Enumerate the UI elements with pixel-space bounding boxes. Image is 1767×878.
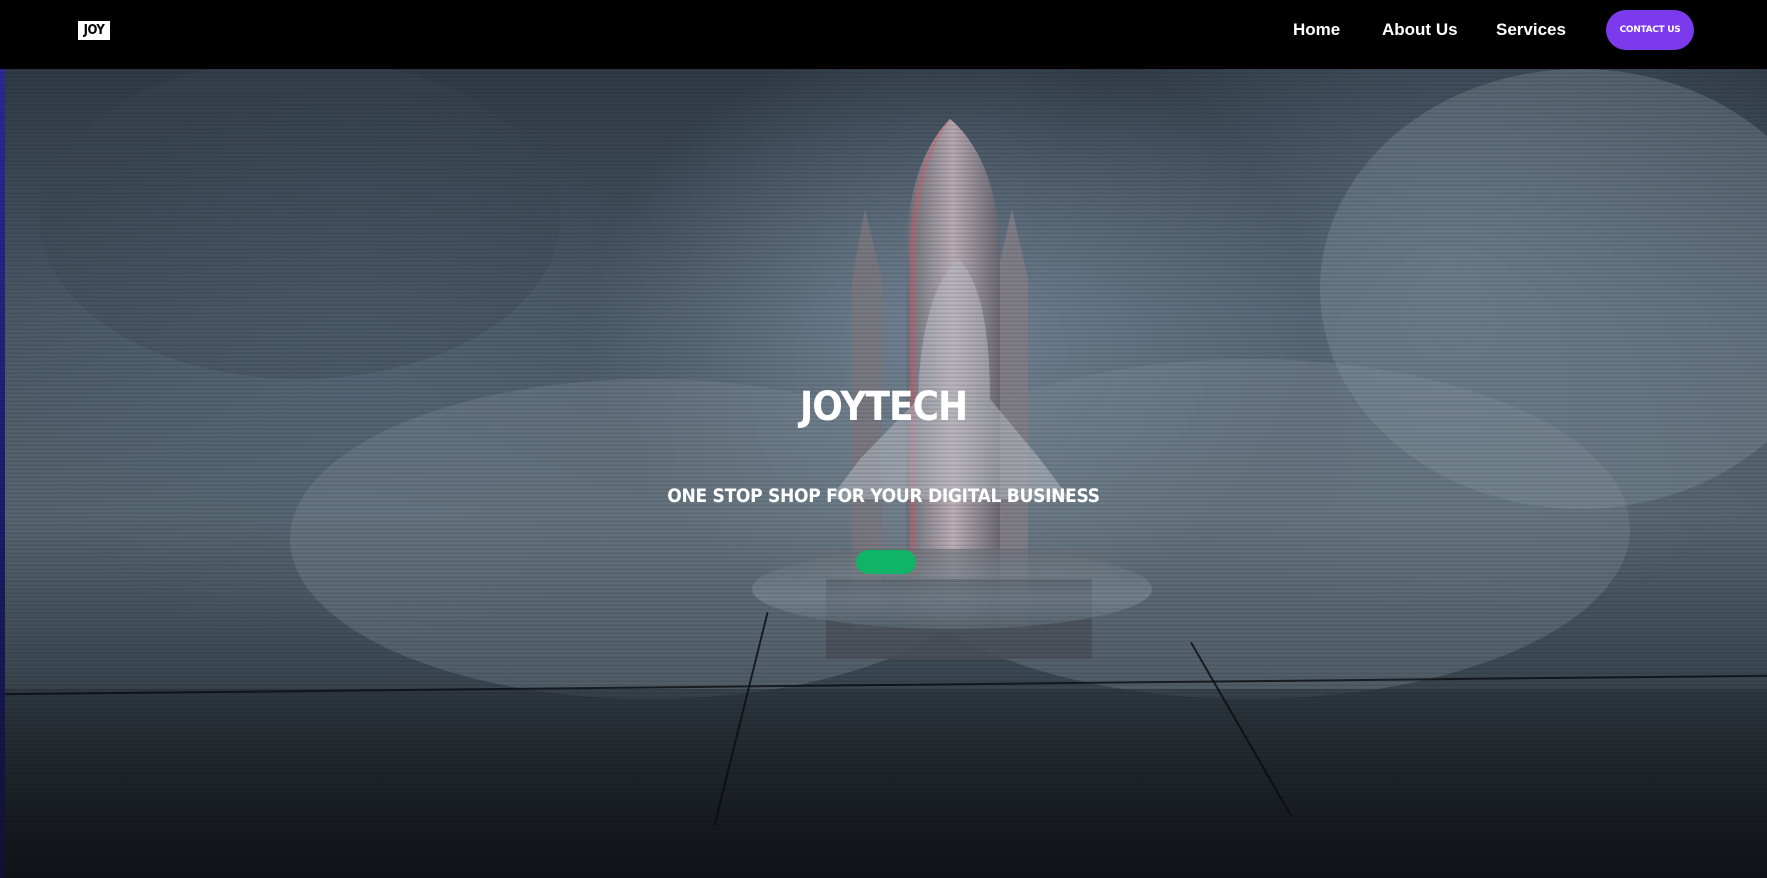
nav-link-about-us[interactable]: About Us: [1382, 18, 1458, 42]
nav-link-home[interactable]: Home: [1293, 18, 1340, 42]
hero-title: JOYTECH: [799, 384, 968, 430]
joy-logo[interactable]: JOY: [78, 21, 110, 40]
left-edge-glow: [0, 69, 5, 878]
hero-section: JOYTECH ONE STOP SHOP FOR YOUR DIGITAL B…: [0, 69, 1767, 878]
nav-link-services[interactable]: Services: [1496, 18, 1566, 42]
contact-us-button[interactable]: CONTACT US: [1606, 10, 1694, 50]
hero-cta-button[interactable]: [856, 550, 916, 574]
hero-subtitle: ONE STOP SHOP FOR YOUR DIGITAL BUSINESS: [667, 485, 1100, 507]
launch-floor: [0, 689, 1767, 878]
top-navbar: JOY Home About Us Services CONTACT US: [0, 0, 1767, 69]
